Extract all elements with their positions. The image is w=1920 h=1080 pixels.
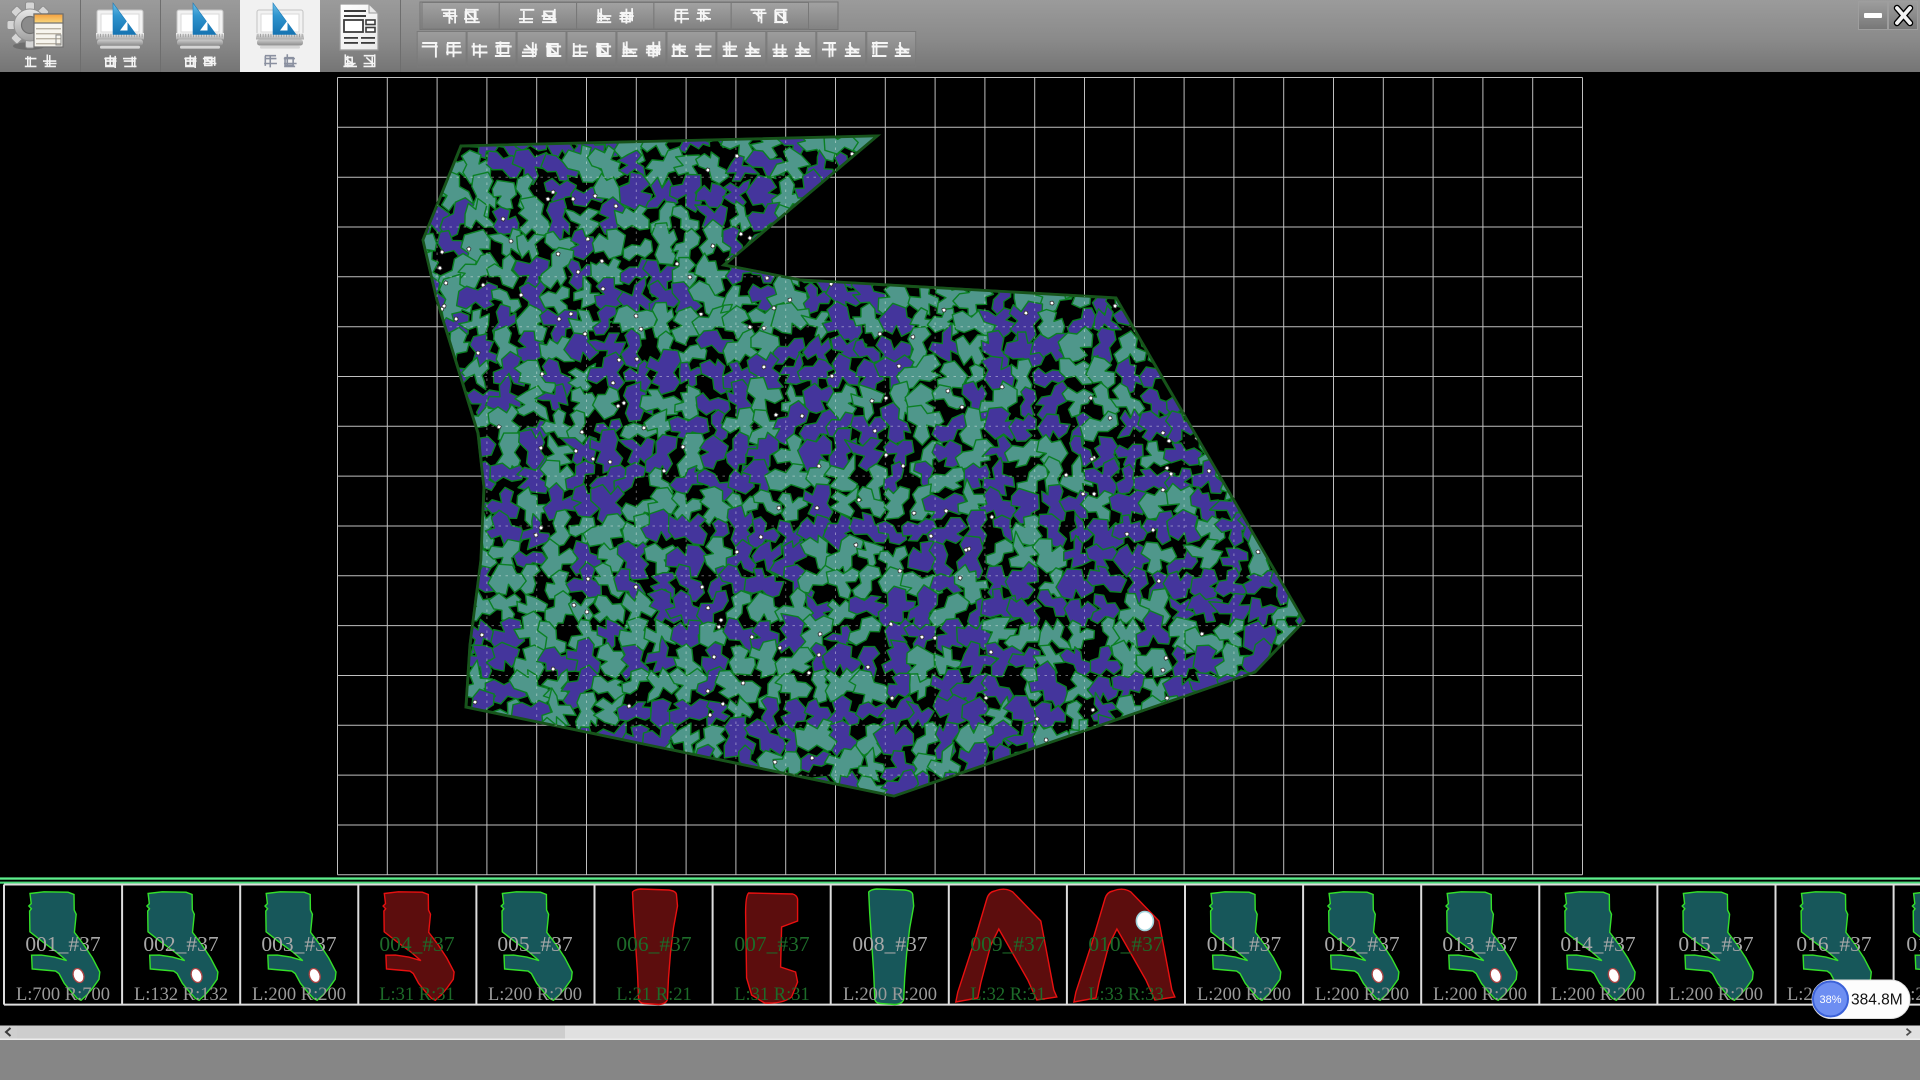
svg-text:008_#37: 008_#37 bbox=[852, 932, 928, 956]
svg-text:L:132 R:132: L:132 R:132 bbox=[134, 985, 228, 1005]
svg-text:L:21 R:21: L:21 R:21 bbox=[616, 985, 692, 1005]
svg-text:38%: 38% bbox=[1819, 994, 1841, 1006]
svg-text:011_#37: 011_#37 bbox=[1207, 932, 1282, 956]
svg-text:015_#37: 015_#37 bbox=[1678, 932, 1754, 956]
svg-text:014_#37: 014_#37 bbox=[1560, 932, 1636, 956]
svg-text:L:31 R:31: L:31 R:31 bbox=[379, 985, 455, 1005]
svg-text:L:31 R:31: L:31 R:31 bbox=[734, 985, 810, 1005]
svg-text:013_#37: 013_#37 bbox=[1442, 932, 1518, 956]
svg-text:006_#37: 006_#37 bbox=[616, 932, 692, 956]
svg-text:L:200 R:200: L:200 R:200 bbox=[1197, 985, 1291, 1005]
svg-text:012_#37: 012_#37 bbox=[1324, 932, 1400, 956]
svg-text:L:200 R:200: L:200 R:200 bbox=[1315, 985, 1409, 1005]
svg-text:L:33 R:33: L:33 R:33 bbox=[1088, 985, 1164, 1005]
svg-text:003_#37: 003_#37 bbox=[261, 932, 337, 956]
svg-text:L:200 R:200: L:200 R:200 bbox=[252, 985, 346, 1005]
svg-text:004_#37: 004_#37 bbox=[379, 932, 455, 956]
svg-text:L:200 R:200: L:200 R:200 bbox=[488, 985, 582, 1005]
svg-text:017_#37: 017_#37 bbox=[1906, 932, 1920, 956]
svg-text:007_#37: 007_#37 bbox=[734, 932, 810, 956]
svg-text:009_#37: 009_#37 bbox=[970, 932, 1046, 956]
svg-text:002_#37: 002_#37 bbox=[143, 932, 219, 956]
svg-text:L:200 R:200: L:200 R:200 bbox=[843, 985, 937, 1005]
svg-text:010_#37: 010_#37 bbox=[1088, 932, 1164, 956]
svg-text:L:700 R:700: L:700 R:700 bbox=[16, 985, 110, 1005]
svg-text:L:200 R:200: L:200 R:200 bbox=[1551, 985, 1645, 1005]
svg-text:001_#37: 001_#37 bbox=[25, 932, 101, 956]
svg-text:005_#37: 005_#37 bbox=[497, 932, 573, 956]
svg-text:016_#37: 016_#37 bbox=[1796, 932, 1872, 956]
svg-text:L:200 R:200: L:200 R:200 bbox=[1433, 985, 1527, 1005]
svg-text:L:32 R:31: L:32 R:31 bbox=[970, 985, 1046, 1005]
svg-text:384.8M: 384.8M bbox=[1851, 992, 1903, 1009]
svg-text:L:200 R:200: L:200 R:200 bbox=[1669, 985, 1763, 1005]
